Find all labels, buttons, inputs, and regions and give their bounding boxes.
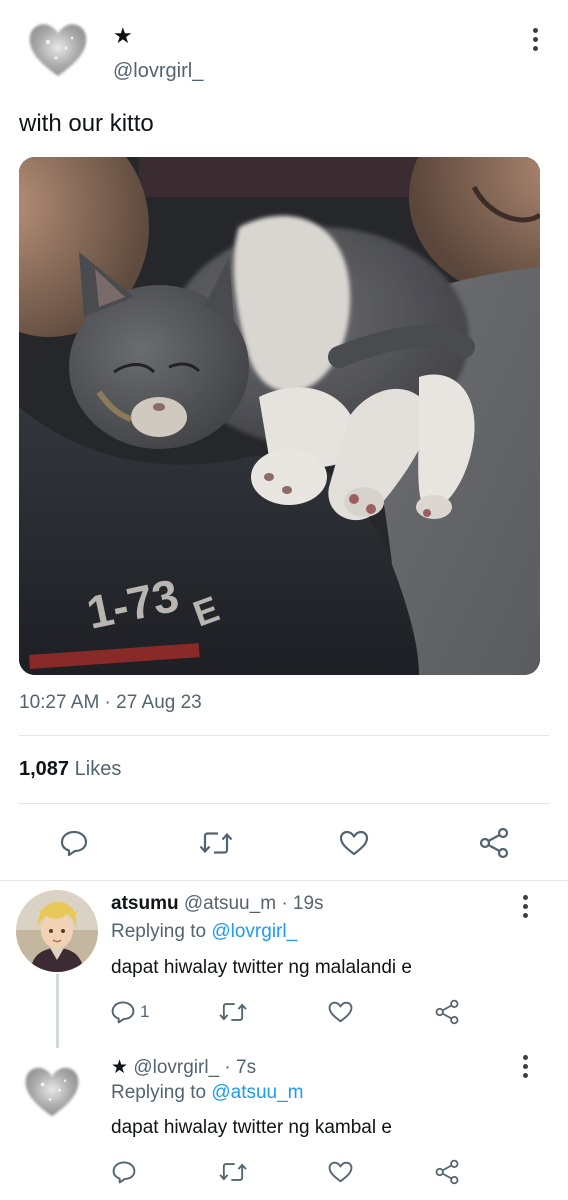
reply-text: dapat hiwalay twitter ng malalandi e [111,957,413,978]
reply-time: 7s [236,1057,257,1078]
replying-to: Replying to @lovrgirl_ [111,921,297,943]
share-button[interactable] [432,997,462,1027]
tweet-text: with our kitto [19,110,154,137]
like-button[interactable] [325,1158,355,1186]
more-icon[interactable] [520,1055,530,1078]
reply-header[interactable]: ★ @lovrgirl_ · 7s [111,1056,256,1079]
reply-author-handle: @lovrgirl_ [133,1057,220,1078]
reply-icon [60,830,88,857]
author-avatar[interactable] [26,18,90,80]
atsumu-avatar-image [16,890,98,972]
heart-avatar-image [29,24,87,76]
reply-text: dapat hiwalay twitter ng kambal e [111,1117,392,1138]
likes-label: Likes [74,758,122,780]
retweet-button[interactable] [196,828,236,858]
reply-separator: · [224,1057,231,1078]
author-handle[interactable]: @lovrgirl_ [113,60,203,83]
tweet-timestamp[interactable]: 10:27 AM · 27 Aug 23 [19,692,202,714]
retweet-icon [219,1003,247,1021]
reply-button[interactable] [110,1157,138,1187]
like-button[interactable] [325,998,355,1026]
tweet-photo[interactable]: 1-73 E [19,157,540,675]
heart-icon [328,1001,352,1023]
reply-author-name: ★ [111,1057,129,1078]
reply-button[interactable]: 1 [110,997,149,1027]
replying-mention[interactable]: @lovrgirl_ [211,921,297,942]
replying-mention[interactable]: @atsuu_m [211,1082,303,1103]
like-button[interactable] [336,828,372,858]
avatar[interactable] [16,890,98,972]
heart-icon [339,830,369,856]
retweet-button[interactable] [216,1158,250,1186]
divider [19,735,549,736]
replying-prefix: Replying to [111,921,207,942]
replying-prefix: Replying to [111,1082,207,1103]
avatar[interactable] [22,1062,82,1120]
share-icon [435,1159,459,1185]
divider [0,880,568,881]
reply-time: 19s [292,893,324,914]
more-icon[interactable] [520,895,530,918]
reply-icon [112,1161,136,1184]
retweet-icon [199,832,233,854]
thread-line [56,974,59,1048]
heart-avatar-image [25,1067,79,1117]
share-button[interactable] [432,1157,462,1187]
replying-to: Replying to @atsuu_m [111,1082,304,1104]
reply-author-handle: @atsuu_m [183,893,277,914]
kitten-photo-illustration: 1-73 E [19,157,540,675]
reply-separator: · [281,893,288,914]
share-button[interactable] [476,826,512,860]
reply-button[interactable] [56,828,92,858]
reply-header[interactable]: atsumu @atsuu_m · 19s [111,893,324,915]
reply-icon [111,1001,135,1024]
retweet-button[interactable] [216,998,250,1026]
divider [19,803,549,804]
author-display-name[interactable]: ★ [113,24,133,48]
heart-icon [328,1161,352,1183]
likes-count: 1,087 [19,758,70,780]
retweet-icon [219,1163,247,1181]
share-icon [479,827,509,859]
share-icon [435,999,459,1025]
reply-count: 1 [140,1002,150,1021]
reply-author-name: atsumu [111,893,179,914]
likes-stat[interactable]: 1,087 Likes [19,758,121,781]
more-icon[interactable] [530,28,540,51]
